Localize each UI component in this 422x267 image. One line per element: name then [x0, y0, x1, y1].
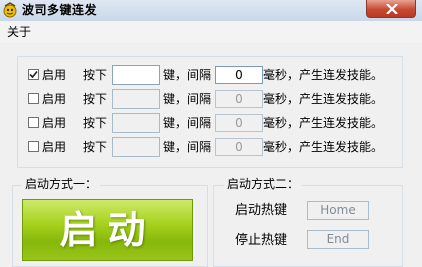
- close-button[interactable]: [366, 0, 416, 18]
- suffix-label: 毫秒，产生连发技能。: [263, 116, 384, 130]
- press-label: 按下: [83, 140, 108, 154]
- key-interval-label: 键，间隔: [163, 140, 212, 154]
- interval-input[interactable]: 0: [215, 90, 263, 108]
- config-row: 启用 按下 键，间隔 0 毫秒，产生连发技能。: [18, 136, 402, 160]
- key-input[interactable]: [112, 137, 160, 157]
- enable-label: 启用: [42, 92, 67, 106]
- window-title: 波司多键连发: [22, 3, 98, 17]
- mode2-title: 启动方式二：: [224, 177, 303, 191]
- config-panel: 启用 按下 键，间隔 0 毫秒，产生连发技能。 启用 按下 键，间隔 0 毫秒，…: [17, 56, 403, 168]
- key-input[interactable]: [112, 65, 160, 85]
- enable-checkbox[interactable]: [28, 93, 39, 104]
- key-interval-label: 键，间隔: [163, 116, 212, 130]
- stop-hotkey-label: 停止热键: [235, 233, 288, 248]
- press-label: 按下: [83, 68, 108, 82]
- enable-checkbox[interactable]: [28, 117, 39, 128]
- key-input[interactable]: [112, 113, 160, 133]
- suffix-label: 毫秒，产生连发技能。: [263, 140, 384, 154]
- interval-input[interactable]: 0: [215, 138, 263, 156]
- config-row: 启用 按下 键，间隔 0 毫秒，产生连发技能。: [18, 88, 402, 112]
- config-row: 启用 按下 键，间隔 0 毫秒，产生连发技能。: [18, 64, 402, 88]
- key-input[interactable]: [112, 89, 160, 109]
- mode2-group: [213, 185, 403, 267]
- menu-about[interactable]: 关于: [7, 25, 31, 39]
- interval-input[interactable]: 0: [215, 66, 263, 84]
- mode1-title: 启动方式一：: [22, 177, 101, 191]
- config-row: 启用 按下 键，间隔 0 毫秒，产生连发技能。: [18, 112, 402, 136]
- interval-input[interactable]: 0: [215, 114, 263, 132]
- press-label: 按下: [83, 116, 108, 130]
- close-icon: [386, 4, 398, 14]
- key-interval-label: 键，间隔: [163, 68, 212, 82]
- key-interval-label: 键，间隔: [163, 92, 212, 106]
- menu-bar: 关于: [0, 21, 422, 43]
- title-bar[interactable]: 波司多键连发: [0, 0, 422, 21]
- enable-label: 启用: [42, 68, 67, 82]
- start-hotkey-input[interactable]: Home: [307, 201, 369, 220]
- enable-label: 启用: [42, 116, 67, 130]
- suffix-label: 毫秒，产生连发技能。: [263, 68, 384, 82]
- suffix-label: 毫秒，产生连发技能。: [263, 92, 384, 106]
- checkmark-icon: [29, 70, 38, 79]
- app-icon: [3, 2, 17, 18]
- enable-label: 启用: [42, 140, 67, 154]
- stop-hotkey-input[interactable]: End: [307, 230, 369, 249]
- start-hotkey-label: 启动热键: [235, 203, 288, 218]
- enable-checkbox[interactable]: [28, 69, 39, 80]
- start-button[interactable]: 启动: [22, 199, 193, 261]
- enable-checkbox[interactable]: [28, 141, 39, 152]
- start-button-label: 启动: [59, 207, 156, 252]
- press-label: 按下: [83, 92, 108, 106]
